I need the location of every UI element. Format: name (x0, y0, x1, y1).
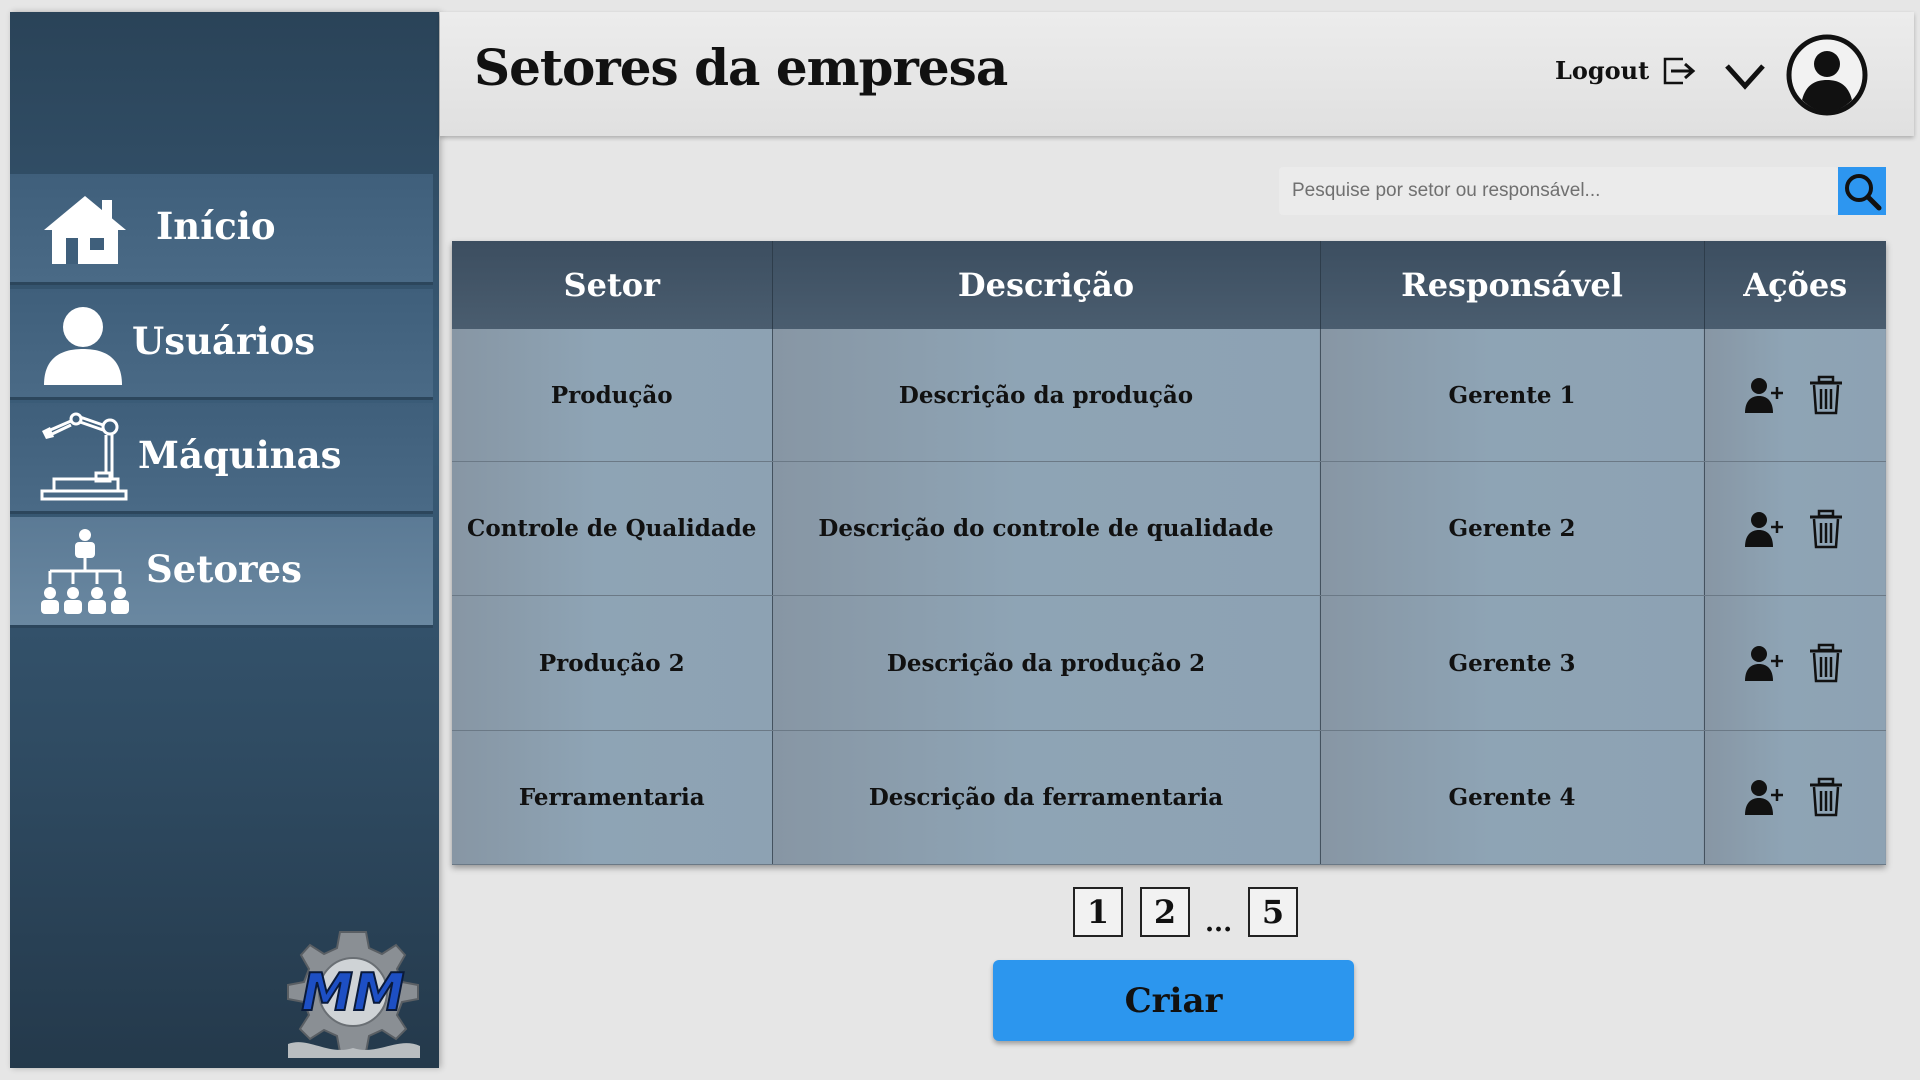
manager-cell: Gerente 1 (1320, 329, 1705, 463)
manager-cell: Gerente 2 (1320, 461, 1705, 597)
sidebar-item-maquinas[interactable]: Máquinas (10, 403, 433, 514)
add-user-icon[interactable] (1744, 643, 1784, 683)
sector-cell: Produção (452, 329, 773, 463)
column-header: Ações (1704, 241, 1886, 329)
description-cell: Descrição do controle de qualidade (772, 461, 1321, 597)
description-cell: Descrição da produção 2 (772, 595, 1321, 731)
search-icon (1845, 174, 1882, 211)
user-icon (44, 307, 122, 385)
table-row: Ferramentaria Descrição da ferramentaria… (452, 730, 1886, 866)
avatar[interactable] (1786, 34, 1868, 116)
chevron-down-icon[interactable] (1723, 56, 1767, 96)
description-cell: Descrição da ferramentaria (772, 730, 1321, 866)
sidebar: Início Usuários Máquinas Setores MM (10, 12, 439, 1068)
home-icon (44, 196, 126, 264)
sidebar-item-inicio[interactable]: Início (10, 174, 433, 285)
actions-cell (1704, 595, 1886, 731)
column-header: Descrição (772, 241, 1321, 329)
sidebar-item-setores[interactable]: Setores (10, 517, 433, 628)
sector-cell: Produção 2 (452, 595, 773, 731)
add-user-icon[interactable] (1744, 375, 1784, 415)
search-box (1279, 167, 1838, 215)
header-bar: Setores da empresa Logout (440, 12, 1914, 136)
sidebar-item-label: Setores (146, 547, 302, 591)
description-cell: Descrição da produção (772, 329, 1321, 463)
search-button[interactable] (1838, 167, 1886, 215)
manager-cell: Gerente 3 (1320, 595, 1705, 731)
trash-icon[interactable] (1806, 509, 1846, 549)
page-button-1[interactable]: 1 (1073, 887, 1123, 937)
trash-icon[interactable] (1806, 777, 1846, 817)
sidebar-item-label: Início (156, 204, 276, 248)
table-row: Produção 2 Descrição da produção 2 Geren… (452, 595, 1886, 731)
create-button[interactable]: Criar (993, 960, 1354, 1041)
logout-label: Logout (1555, 56, 1650, 85)
manager-cell: Gerente 4 (1320, 730, 1705, 866)
sectors-table: Setor Descrição Responsável Ações Produç… (452, 241, 1886, 866)
column-header: Responsável (1320, 241, 1705, 329)
logout-button[interactable]: Logout (1555, 56, 1697, 85)
robot-arm-icon (40, 412, 128, 501)
pagination-ellipsis: ... (1205, 908, 1233, 938)
sector-cell: Ferramentaria (452, 730, 773, 866)
sidebar-item-label: Máquinas (138, 433, 342, 477)
search-input[interactable] (1279, 167, 1838, 215)
logo-text: MM (301, 963, 405, 1023)
trash-icon[interactable] (1806, 375, 1846, 415)
actions-cell (1704, 730, 1886, 866)
company-logo: MM (287, 931, 420, 1058)
sector-cell: Controle de Qualidade (452, 461, 773, 597)
actions-cell (1704, 329, 1886, 463)
table-header-row: Setor Descrição Responsável Ações (452, 241, 1886, 329)
table-row: Controle de Qualidade Descrição do contr… (452, 461, 1886, 597)
sidebar-item-usuarios[interactable]: Usuários (10, 289, 433, 400)
trash-icon[interactable] (1806, 643, 1846, 683)
org-chart-icon (41, 529, 129, 614)
sidebar-item-label: Usuários (132, 319, 316, 363)
add-user-icon[interactable] (1744, 509, 1784, 549)
page-title: Setores da empresa (474, 38, 1008, 97)
page-button-5[interactable]: 5 (1248, 887, 1298, 937)
logout-icon (1663, 57, 1696, 84)
actions-cell (1704, 461, 1886, 597)
page-button-2[interactable]: 2 (1140, 887, 1190, 937)
table-row: Produção Descrição da produção Gerente 1 (452, 329, 1886, 463)
add-user-icon[interactable] (1744, 777, 1784, 817)
column-header: Setor (452, 241, 773, 329)
